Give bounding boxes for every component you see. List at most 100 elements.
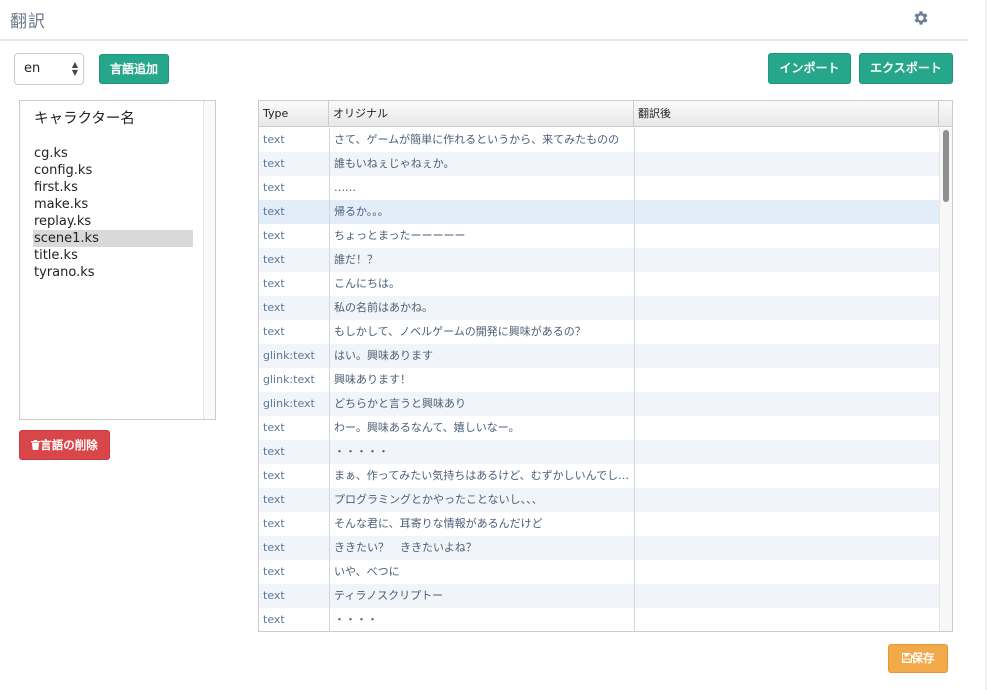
file-list-item[interactable]: cg.ks [33,145,193,162]
original-cell: ティラノスクリプトー [329,584,634,608]
translated-cell[interactable] [634,584,939,608]
table-row[interactable]: text ・・・・ [259,608,939,631]
original-cell: いや、べつに [329,560,634,584]
table-row[interactable]: text …… [259,176,939,200]
translated-cell[interactable] [634,488,939,512]
type-cell: glink:text [263,397,315,410]
translated-cell[interactable] [634,512,939,536]
type-cell: text [263,613,285,626]
table-row[interactable]: text そんな君に、耳寄りな情報があるんだけど [259,512,939,536]
type-cell: glink:text [263,349,315,362]
file-list-item[interactable]: first.ks [33,179,193,196]
translated-cell[interactable] [634,224,939,248]
original-cell: さて、ゲームが簡単に作れるというから、来てみたものの [329,128,634,152]
translated-cell[interactable] [634,296,939,320]
type-cell: text [263,421,285,434]
file-list-item[interactable]: replay.ks [33,213,193,230]
column-header-translated[interactable]: 翻訳後 [634,101,939,126]
type-cell: text [263,565,285,578]
original-cell: 帰るか。。。 [329,200,634,224]
save-button[interactable]: 保存 [888,644,948,673]
translated-cell[interactable] [634,200,939,224]
file-list-item[interactable]: scene1.ks [33,230,193,247]
gear-icon[interactable] [912,9,930,27]
delete-language-label: 言語の削除 [40,438,98,452]
column-header-type[interactable]: Type [259,101,329,126]
original-cell: もしかして、ノベルゲームの開発に興味があるの？ [329,320,634,344]
original-cell: 興味あります！ [329,368,634,392]
translated-cell[interactable] [634,128,939,152]
translated-cell[interactable] [634,608,939,631]
type-cell: text [263,325,285,338]
original-cell: ・・・・・ [329,440,634,464]
type-cell: text [263,277,285,290]
translation-grid[interactable]: Type オリジナル 翻訳後 text さて、ゲームが簡単に作れるというから、来て… [258,100,953,632]
table-row[interactable]: text いや、べつに [259,560,939,584]
table-row[interactable]: text 帰るか。。。 [259,200,939,224]
grid-scrollbar-thumb[interactable] [943,130,949,202]
translated-cell[interactable] [634,392,939,416]
original-cell: どちらかと言うと興味あり [329,392,634,416]
floppy-disk-icon [901,653,912,663]
original-cell: わー。興味あるなんて、嬉しいなー。 [329,416,634,440]
file-list-item[interactable]: title.ks [33,247,193,264]
table-row[interactable]: text ティラノスクリプトー [259,584,939,608]
type-cell: text [263,157,285,170]
translated-cell[interactable] [634,416,939,440]
file-list-title: キャラクター名 [34,111,135,127]
grid-scrollbar[interactable] [939,128,952,631]
table-row[interactable]: text プログラミングとかやったことないし、、、 [259,488,939,512]
translated-cell[interactable] [634,176,939,200]
table-row[interactable]: text わー。興味あるなんて、嬉しいなー。 [259,416,939,440]
file-list-item[interactable]: config.ks [33,162,193,179]
table-row[interactable]: text まぁ、作ってみたい気持ちはあるけど、むずかしいんでし… [259,464,939,488]
original-cell: ききたい？ ききたいよね？ [329,536,634,560]
type-cell: text [263,133,285,146]
original-cell: ちょっとまったーーーーー [329,224,634,248]
translated-cell[interactable] [634,440,939,464]
updown-arrows-icon: ▲ ▼ [71,60,78,77]
file-list-item[interactable]: make.ks [33,196,193,213]
type-cell: text [263,301,285,314]
translated-cell[interactable] [634,368,939,392]
table-row[interactable]: text こんにちは。 [259,272,939,296]
table-row[interactable]: text 誰もいねぇじゃねぇか。 [259,152,939,176]
file-list[interactable]: キャラクター名 cg.ks config.ks first.ks make.ks rep… [19,100,216,420]
table-row[interactable]: text もしかして、ノベルゲームの開発に興味があるの？ [259,320,939,344]
original-cell: こんにちは。 [329,272,634,296]
type-cell: text [263,469,285,482]
table-row[interactable]: glink:text はい。興味あります [259,344,939,368]
table-row[interactable]: text ちょっとまったーーーーー [259,224,939,248]
translated-cell[interactable] [634,344,939,368]
table-row[interactable]: glink:text 興味あります！ [259,368,939,392]
add-language-button[interactable]: 言語追加 [99,54,169,84]
table-row[interactable]: text 誰だ！？ [259,248,939,272]
grid-header: Type オリジナル 翻訳後 [259,101,952,127]
table-row[interactable]: text ・・・・・ [259,440,939,464]
translated-cell[interactable] [634,560,939,584]
page-title: 翻訳 [10,12,46,32]
type-cell: text [263,445,285,458]
translated-cell[interactable] [634,320,939,344]
original-cell: プログラミングとかやったことないし、、、 [329,488,634,512]
table-row[interactable]: text さて、ゲームが簡単に作れるというから、来てみたものの [259,128,939,152]
translated-cell[interactable] [634,536,939,560]
column-header-original[interactable]: オリジナル [329,101,634,126]
file-list-scrollbar[interactable] [203,101,215,419]
translated-cell[interactable] [634,464,939,488]
import-button[interactable]: インポート [768,53,851,84]
export-button[interactable]: エクスポート [859,53,953,84]
type-cell: text [263,517,285,530]
translated-cell[interactable] [634,152,939,176]
translated-cell[interactable] [634,248,939,272]
delete-language-button[interactable]: 言語の削除 [19,430,110,460]
table-row[interactable]: glink:text どちらかと言うと興味あり [259,392,939,416]
language-select[interactable]: en ▲ ▼ [14,53,84,85]
translated-cell[interactable] [634,272,939,296]
original-cell: 誰だ！？ [329,248,634,272]
table-row[interactable]: text 私の名前はあかね。 [259,296,939,320]
table-row[interactable]: text ききたい？ ききたいよね？ [259,536,939,560]
type-cell: text [263,253,285,266]
original-cell: …… [329,176,634,200]
file-list-item[interactable]: tyrano.ks [33,264,193,281]
